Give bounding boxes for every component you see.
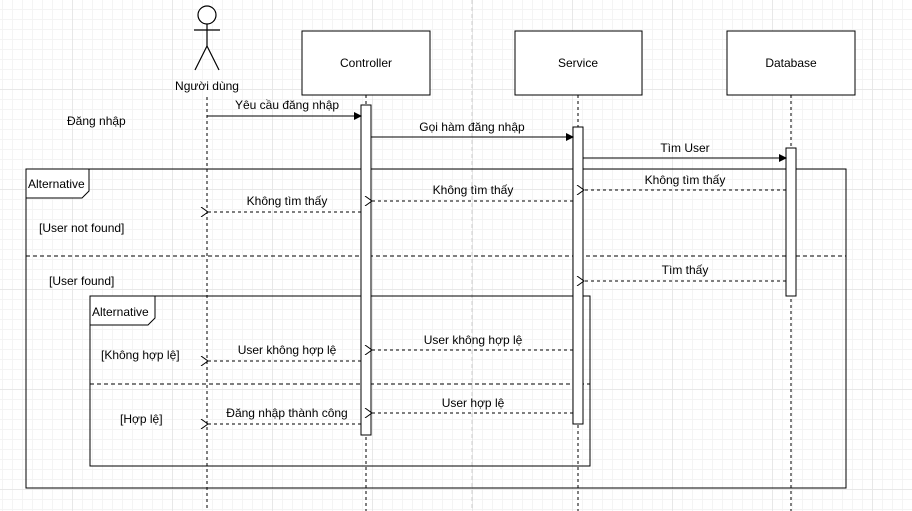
message-controller-invalid-user-label: User không hợp lệ: [238, 343, 337, 357]
activation-database[interactable]: [785, 147, 797, 297]
fragment-outer-label: Alternative: [28, 177, 85, 191]
fragment-inner-label: Alternative: [92, 305, 149, 319]
message-db-found-label: Tìm thấy: [662, 263, 709, 277]
fragment-inner-guard-1: [Không hợp lệ]: [101, 348, 180, 362]
participant-service-label: Service: [558, 56, 598, 70]
fragment-outer-guard-2: [User found]: [49, 274, 114, 288]
fragment-inner-guard-2: [Hợp lệ]: [120, 412, 163, 426]
message-db-not-found[interactable]: Không tìm thấy: [584, 173, 786, 190]
participant-database[interactable]: Database: [726, 30, 856, 96]
message-service-valid-user[interactable]: User hợp lệ: [372, 396, 573, 413]
side-label-login: Đăng nhập: [67, 114, 126, 128]
sequence-diagram: Người dùng Controller Service Database Đ…: [25, 0, 856, 511]
message-service-not-found-label: Không tìm thấy: [433, 183, 514, 197]
fragment-outer-alt[interactable]: Alternative [User not found] [User found…: [25, 168, 847, 489]
message-controller-not-found[interactable]: Không tìm thấy: [208, 194, 361, 212]
activation-service[interactable]: [572, 126, 584, 425]
message-controller-invalid-user[interactable]: User không hợp lệ: [208, 343, 361, 361]
participant-service[interactable]: Service: [514, 30, 643, 96]
message-login-request[interactable]: Yêu cầu đăng nhập: [207, 98, 362, 120]
message-find-user[interactable]: Tìm User: [583, 141, 787, 162]
actor-user[interactable]: Người dùng: [175, 5, 239, 93]
message-call-login-label: Gọi hàm đăng nhập: [419, 120, 525, 134]
message-find-user-label: Tìm User: [660, 141, 709, 155]
message-service-valid-user-label: User hợp lệ: [442, 396, 505, 410]
activation-controller[interactable]: [360, 104, 372, 436]
message-login-success-label: Đăng nhập thành công: [226, 406, 347, 420]
participant-controller[interactable]: Controller: [301, 30, 431, 96]
message-db-found[interactable]: Tìm thấy: [584, 263, 786, 281]
actor-leg-right: [206, 45, 220, 71]
message-login-request-label: Yêu cầu đăng nhập: [235, 98, 339, 112]
participant-controller-label: Controller: [340, 56, 392, 70]
message-login-success[interactable]: Đăng nhập thành công: [208, 406, 361, 424]
message-service-invalid-user[interactable]: User không hợp lệ: [372, 333, 573, 350]
fragment-outer-guard-1: [User not found]: [39, 221, 124, 235]
message-db-not-found-label: Không tìm thấy: [645, 173, 726, 187]
actor-head: [197, 5, 217, 25]
participant-database-label: Database: [765, 56, 817, 70]
actor-leg-left: [194, 45, 208, 71]
actor-label: Người dùng: [175, 79, 239, 93]
fragment-inner-alt[interactable]: Alternative [Không hợp lệ] [Hợp lệ]: [89, 295, 591, 467]
message-controller-not-found-label: Không tìm thấy: [247, 194, 328, 208]
message-service-invalid-user-label: User không hợp lệ: [424, 333, 523, 347]
